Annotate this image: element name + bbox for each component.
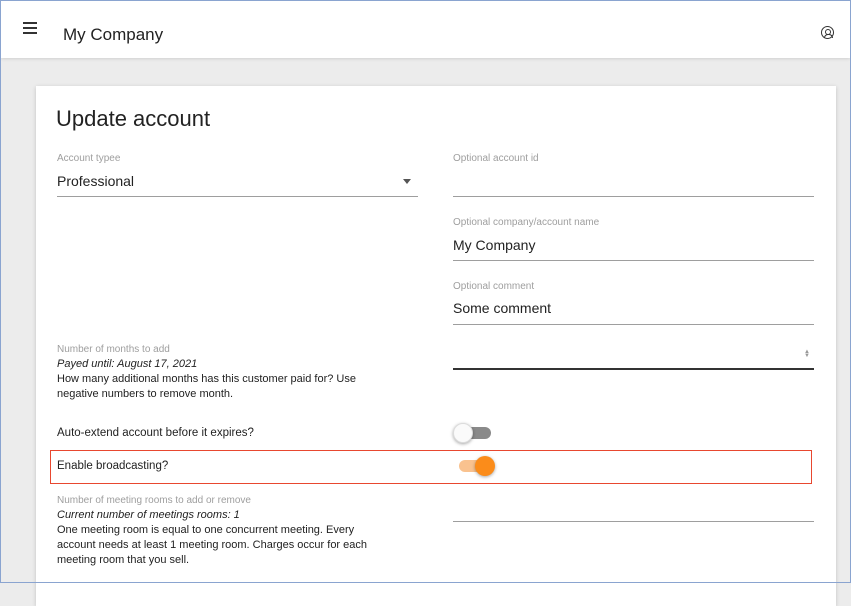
company-name-input[interactable]: My Company xyxy=(453,237,535,253)
account-id-label: Optional account id xyxy=(453,153,539,164)
comment-label: Optional comment xyxy=(453,281,535,292)
app-title: My Company xyxy=(63,25,164,44)
company-name-underline xyxy=(453,260,814,261)
payed-until-text: Payed until: August 17, 2021 xyxy=(57,358,198,370)
toggle-thumb[interactable] xyxy=(475,456,495,476)
auto-extend-label: Auto-extend account before it expires? xyxy=(57,427,254,439)
meeting-rooms-underline xyxy=(453,521,814,522)
account-type-underline xyxy=(57,196,418,197)
hamburger-menu-icon[interactable] xyxy=(23,22,37,36)
broadcasting-label: Enable broadcasting? xyxy=(57,460,169,472)
broadcasting-toggle[interactable] xyxy=(453,455,495,476)
page-title: Update account xyxy=(56,106,211,131)
account-type-label: Account typee xyxy=(57,153,121,164)
comment-input[interactable]: Some comment xyxy=(453,300,551,316)
app-toolbar: My Company xyxy=(1,1,850,58)
meeting-rooms-help-text: One meeting room is equal to one concurr… xyxy=(57,524,368,566)
months-description: Payed until: August 17, 2021 How many ad… xyxy=(57,357,397,402)
months-label: Number of months to add xyxy=(57,344,170,355)
dropdown-arrow-icon[interactable] xyxy=(403,179,411,184)
toggle-thumb[interactable] xyxy=(453,423,473,443)
meeting-rooms-label: Number of meeting rooms to add or remove xyxy=(57,495,251,506)
months-underline xyxy=(453,368,814,370)
company-name-label: Optional company/account name xyxy=(453,217,600,228)
account-circle-icon[interactable] xyxy=(821,26,834,39)
current-rooms-text: Current number of meetings rooms: 1 xyxy=(57,509,240,521)
months-help-text: How many additional months has this cust… xyxy=(57,373,356,400)
account-id-underline xyxy=(453,196,814,197)
meeting-rooms-description: Current number of meetings rooms: 1 One … xyxy=(57,508,377,568)
auto-extend-toggle[interactable] xyxy=(453,422,493,443)
number-spinner-icon[interactable]: ▲ ▼ xyxy=(804,349,810,359)
comment-underline xyxy=(453,324,814,325)
account-type-value[interactable]: Professional xyxy=(57,173,134,189)
update-account-card: Update account Account typee Professiona… xyxy=(36,86,836,606)
